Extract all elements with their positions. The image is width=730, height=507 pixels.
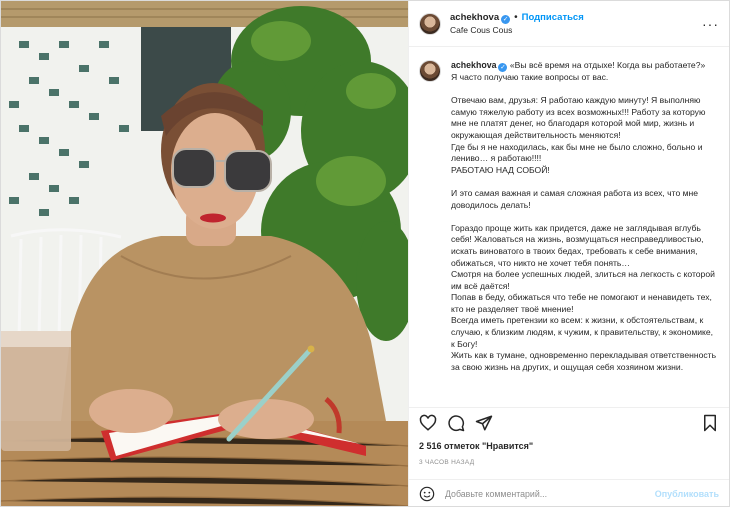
photo-illustration bbox=[1, 1, 408, 506]
comment-box: Опубликовать bbox=[409, 479, 729, 507]
caption-paragraph: achekhova ✓ «Вы всё время на отдыхе! Когд… bbox=[451, 60, 719, 84]
caption-username-link[interactable]: achekhova bbox=[451, 60, 496, 70]
post-time[interactable]: 3 ЧАСОВ НАЗАД bbox=[419, 459, 474, 466]
caption-avatar[interactable] bbox=[419, 60, 441, 82]
post-side-panel: achekhova ✓ • Подписаться Cafe Cous Cous ··… bbox=[408, 1, 729, 506]
instagram-post: achekhova ✓ • Подписаться Cafe Cous Cous ··… bbox=[0, 0, 730, 507]
caption-body: achekhova ✓ «Вы всё время на отдыхе! Когд… bbox=[451, 60, 719, 406]
post-header: achekhova ✓ • Подписаться Cafe Cous Cous ··… bbox=[409, 1, 729, 47]
location-link[interactable]: Cafe Cous Cous bbox=[450, 24, 584, 36]
verified-badge-icon: ✓ bbox=[498, 63, 508, 72]
avatar[interactable] bbox=[419, 12, 441, 35]
post-photo[interactable] bbox=[1, 1, 408, 506]
heart-icon[interactable] bbox=[419, 414, 437, 432]
verified-badge-icon: ✓ bbox=[501, 14, 511, 24]
bookmark-icon[interactable] bbox=[701, 414, 719, 432]
separator-dot: • bbox=[514, 11, 518, 23]
paper-plane-icon[interactable] bbox=[475, 414, 493, 432]
publish-button[interactable]: Опубликовать bbox=[655, 489, 719, 499]
comment-input[interactable] bbox=[445, 489, 655, 499]
action-bar bbox=[409, 407, 729, 437]
likes-count[interactable]: 2 516 отметок "Нравится" bbox=[419, 441, 533, 451]
username-link[interactable]: achekhova bbox=[450, 12, 499, 23]
caption-text-4: Гораздо проще жить как придется, даже не… bbox=[451, 222, 717, 372]
header-names: achekhova ✓ • Подписаться Cafe Cous Cous bbox=[450, 12, 584, 36]
comment-icon[interactable] bbox=[447, 414, 465, 432]
follow-button[interactable]: Подписаться bbox=[522, 12, 584, 23]
caption: achekhova ✓ «Вы всё время на отдыхе! Когд… bbox=[409, 48, 729, 406]
caption-text-2: Отвечаю вам, друзья: Я работаю каждую ми… bbox=[451, 95, 706, 175]
emoji-icon[interactable] bbox=[419, 486, 435, 502]
caption-text-3: И это самая важная и самая сложная работ… bbox=[451, 187, 701, 210]
header-user-row: achekhova ✓ • Подписаться bbox=[450, 12, 584, 24]
more-options-icon[interactable]: ··· bbox=[702, 16, 719, 32]
